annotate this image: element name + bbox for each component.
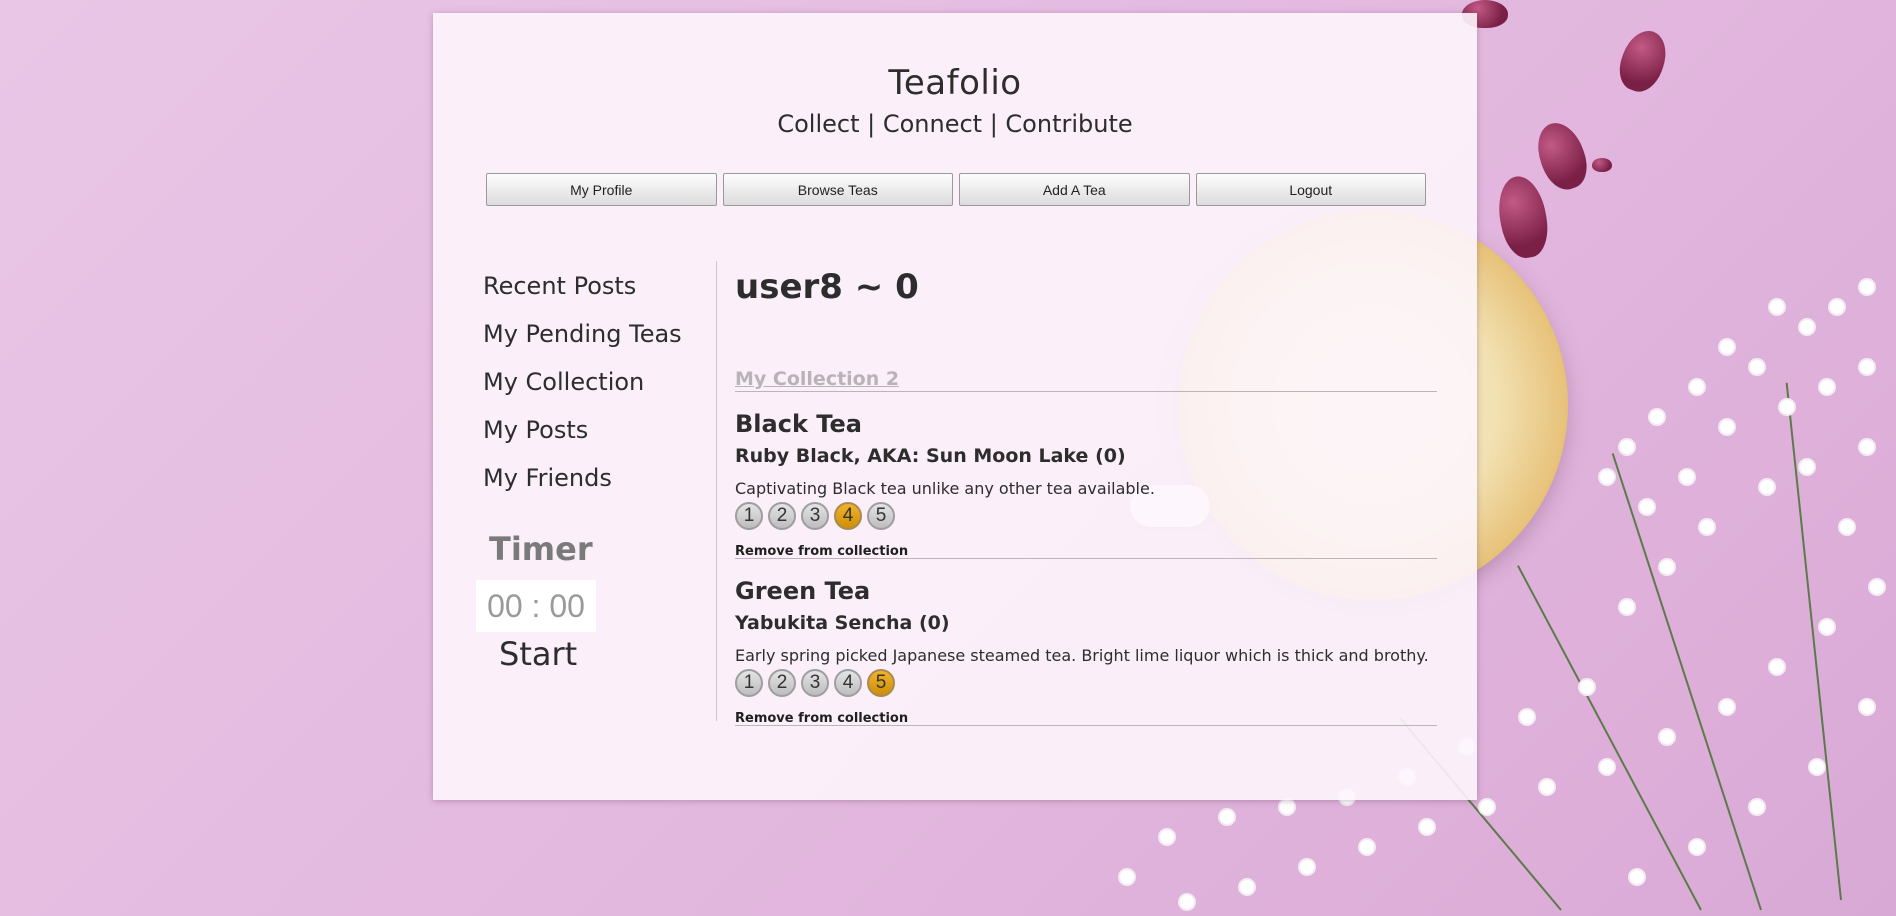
rating-option-1[interactable]: 1 [735, 669, 763, 697]
timer-display: 00 : 00 [476, 580, 596, 632]
rosebud-icon [1493, 172, 1553, 262]
rating-option-2[interactable]: 2 [768, 502, 796, 530]
tea-type: Green Tea [735, 577, 871, 605]
rating-option-4[interactable]: 4 [834, 669, 862, 697]
tea-entry: Green Tea Yabukita Sencha (0) Early spri… [735, 559, 1437, 726]
sidebar: Recent Posts My Pending Teas My Collecti… [483, 268, 683, 508]
tea-description: Captivating Black tea unlike any other t… [735, 479, 1155, 498]
sidebar-item-recent-posts[interactable]: Recent Posts [483, 268, 683, 316]
sidebar-item-my-posts[interactable]: My Posts [483, 412, 683, 460]
rating-option-2[interactable]: 2 [768, 669, 796, 697]
rating-option-1[interactable]: 1 [735, 502, 763, 530]
site-tagline: Collect | Connect | Contribute [777, 110, 1133, 138]
sidebar-divider [716, 261, 717, 721]
collection-link[interactable]: My Collection 2 [735, 367, 1437, 391]
tea-name: Yabukita Sencha (0) [735, 612, 950, 634]
rating-selector: 1 2 3 4 5 [735, 669, 1437, 697]
rosebud-icon [1529, 116, 1595, 196]
rating-option-4[interactable]: 4 [834, 502, 862, 530]
profile-content: user8 ~ 0 My Collection 2 Black Tea Ruby… [735, 268, 1437, 726]
remove-from-collection-link[interactable]: Remove from collection [735, 711, 1437, 726]
remove-from-collection-link[interactable]: Remove from collection [735, 544, 1437, 559]
tea-type: Black Tea [735, 410, 862, 438]
top-navigation: My Profile Browse Teas Add A Tea Logout [486, 173, 1426, 206]
tea-name: Ruby Black, AKA: Sun Moon Lake (0) [735, 445, 1126, 467]
profile-heading: user8 ~ 0 [735, 267, 919, 307]
sidebar-item-my-collection[interactable]: My Collection [483, 364, 683, 412]
main-panel: Teafolio Collect | Connect | Contribute … [433, 13, 1477, 800]
rating-option-5[interactable]: 5 [867, 502, 895, 530]
my-profile-button[interactable]: My Profile [486, 173, 717, 206]
rosebud-icon [1592, 158, 1612, 172]
rating-option-5[interactable]: 5 [867, 669, 895, 697]
sidebar-item-my-friends[interactable]: My Friends [483, 460, 683, 508]
rating-selector: 1 2 3 4 5 [735, 502, 1437, 530]
tea-entry: Black Tea Ruby Black, AKA: Sun Moon Lake… [735, 392, 1437, 559]
browse-teas-button[interactable]: Browse Teas [722, 173, 953, 206]
tea-description: Early spring picked Japanese steamed tea… [735, 646, 1429, 665]
add-a-tea-button[interactable]: Add A Tea [959, 173, 1190, 206]
site-title: Teafolio [888, 63, 1022, 103]
rating-option-3[interactable]: 3 [801, 502, 829, 530]
logout-button[interactable]: Logout [1195, 173, 1426, 206]
rosebud-icon [1612, 24, 1674, 98]
timer-start-button[interactable]: Start [499, 635, 577, 673]
rating-option-3[interactable]: 3 [801, 669, 829, 697]
sidebar-item-my-pending-teas[interactable]: My Pending Teas [483, 316, 683, 364]
timer-title: Timer [489, 530, 593, 568]
